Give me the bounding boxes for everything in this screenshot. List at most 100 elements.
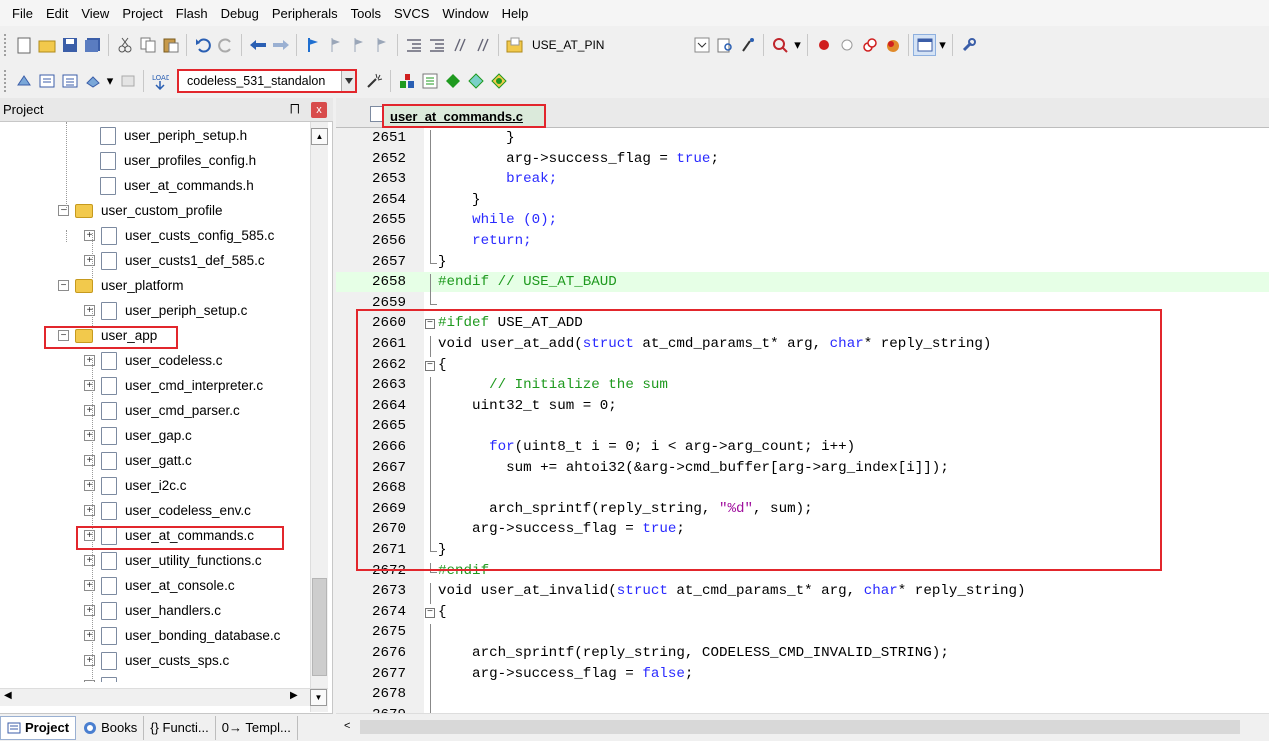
- collapse-toggle-icon[interactable]: −: [58, 280, 69, 291]
- save-all-icon[interactable]: [81, 34, 104, 56]
- pin-icon[interactable]: ⨅: [290, 102, 300, 117]
- scroll-up-icon[interactable]: ▲: [311, 128, 328, 145]
- bookmark-icon[interactable]: [301, 34, 324, 56]
- tree-item[interactable]: + user_codeless.c: [84, 348, 223, 373]
- fold-collapse-icon[interactable]: −: [425, 607, 435, 618]
- rebuild-icon[interactable]: [58, 70, 81, 92]
- code-line[interactable]: 2676 arch_sprintf(reply_string, CODELESS…: [336, 643, 1269, 666]
- scroll-thumb[interactable]: [312, 578, 327, 676]
- code-line[interactable]: 2651 }: [336, 128, 1269, 151]
- run-time-environment-icon[interactable]: [487, 70, 510, 92]
- tab-functions[interactable]: {} Functi...: [144, 715, 216, 740]
- next-bookmark-icon[interactable]: [347, 34, 370, 56]
- collapse-toggle-icon[interactable]: −: [58, 205, 69, 216]
- editor-horizontal-scrollbar[interactable]: <: [336, 713, 1269, 741]
- tree-item[interactable]: + user_bonding_database.c: [84, 623, 280, 648]
- close-icon[interactable]: x: [311, 102, 327, 118]
- expand-toggle-icon[interactable]: +: [84, 605, 95, 616]
- code-line[interactable]: 2673 void user_at_invalid(struct at_cmd_p…: [336, 581, 1269, 605]
- disable-all-breakpoints-icon[interactable]: [858, 34, 881, 56]
- menu-view[interactable]: View: [75, 6, 116, 21]
- tree-item[interactable]: user_profiles_config.h: [100, 148, 256, 173]
- indent-icon[interactable]: [402, 34, 425, 56]
- code-line[interactable]: 2679: [336, 705, 1269, 713]
- code-line[interactable]: 2678: [336, 684, 1269, 708]
- tree-item[interactable]: + user_custs_config_585.c: [84, 223, 274, 248]
- clear-bookmarks-icon[interactable]: [370, 34, 393, 56]
- menu-peripherals[interactable]: Peripherals: [266, 6, 345, 21]
- translate-icon[interactable]: [12, 70, 35, 92]
- find-dropdown-icon[interactable]: [690, 34, 713, 56]
- tree-item[interactable]: user_periph_setup.h: [100, 123, 247, 148]
- incremental-find-icon[interactable]: [713, 34, 736, 56]
- tree-item[interactable]: + user_cmd_parser.c: [84, 398, 240, 423]
- manage-components-icon[interactable]: [418, 70, 441, 92]
- scroll-down-icon[interactable]: ▼: [310, 689, 327, 706]
- fold-marker[interactable]: −: [424, 604, 438, 624]
- expand-toggle-icon[interactable]: +: [84, 455, 95, 466]
- target-select[interactable]: codeless_531_standalon: [177, 69, 357, 93]
- save-icon[interactable]: [58, 34, 81, 56]
- expand-toggle-icon[interactable]: +: [84, 555, 95, 566]
- pack-installer-icon[interactable]: [441, 70, 464, 92]
- toolbar-grip-2[interactable]: [4, 70, 8, 92]
- expand-toggle-icon[interactable]: +: [84, 630, 95, 641]
- tab-user-at-commands[interactable]: user_at_commands.c: [382, 104, 546, 128]
- new-file-icon[interactable]: [12, 34, 35, 56]
- select-packs-icon[interactable]: [464, 70, 487, 92]
- open-folder-icon[interactable]: [35, 34, 58, 56]
- prev-bookmark-icon[interactable]: [324, 34, 347, 56]
- configure-icon[interactable]: [957, 34, 980, 56]
- code-line[interactable]: 2653 break;: [336, 169, 1269, 193]
- tree-item[interactable]: + user_codeless_env.c: [84, 498, 251, 523]
- menu-project[interactable]: Project: [116, 6, 169, 21]
- build-icon[interactable]: [35, 70, 58, 92]
- copy-icon[interactable]: [136, 34, 159, 56]
- tree-item[interactable]: + user_gatt.c: [84, 448, 192, 473]
- stop-build-icon[interactable]: [116, 70, 139, 92]
- expand-toggle-icon[interactable]: +: [84, 655, 95, 666]
- tree-item[interactable]: − user_custom_profile: [58, 198, 223, 223]
- code-line[interactable]: 2656 return;: [336, 231, 1269, 254]
- debug-session-icon[interactable]: [768, 34, 791, 56]
- target-options-icon[interactable]: [363, 70, 386, 92]
- menu-tools[interactable]: Tools: [345, 6, 388, 21]
- kill-all-breakpoints-icon[interactable]: [881, 34, 904, 56]
- expand-toggle-icon[interactable]: +: [84, 580, 95, 591]
- debug-dropdown-icon[interactable]: ▾: [791, 34, 803, 56]
- tab-project[interactable]: Project: [0, 715, 77, 740]
- menu-svcs[interactable]: SVCS: [388, 6, 436, 21]
- toolbar-grip[interactable]: [4, 34, 8, 56]
- scroll-left-icon[interactable]: <: [344, 720, 350, 732]
- code-line[interactable]: 2658 #endif // USE_AT_BAUD: [336, 272, 1269, 296]
- menu-window[interactable]: Window: [436, 6, 495, 21]
- code-line[interactable]: 2674 −{: [336, 602, 1269, 622]
- expand-toggle-icon[interactable]: +: [84, 305, 95, 316]
- tree-item[interactable]: + user_cmd_interpreter.c: [84, 373, 263, 398]
- tree-item[interactable]: + user_i2c.c: [84, 473, 187, 498]
- window-layout-icon[interactable]: [913, 34, 937, 56]
- menu-edit[interactable]: Edit: [40, 6, 75, 21]
- window-layout-dropdown-icon[interactable]: ▾: [936, 34, 948, 56]
- tree-item[interactable]: + user_periph_setup.c: [84, 298, 247, 323]
- code-line[interactable]: 2675: [336, 622, 1269, 646]
- find-in-files-icon[interactable]: [503, 34, 526, 56]
- paste-icon[interactable]: [159, 34, 182, 56]
- code-line[interactable]: 2677 arg->success_flag = false;: [336, 664, 1269, 687]
- code-line[interactable]: 2652 arg->success_flag = true;: [336, 149, 1269, 172]
- undo-icon[interactable]: [191, 34, 214, 56]
- tree-horizontal-scrollbar[interactable]: ◀ ▶ ▼: [0, 688, 328, 706]
- tree-item[interactable]: + user_handlers.c: [84, 598, 221, 623]
- disable-breakpoint-icon[interactable]: [835, 34, 858, 56]
- tree-item[interactable]: + user_pwm.c: [84, 673, 198, 682]
- redo-icon[interactable]: [214, 34, 237, 56]
- expand-toggle-icon[interactable]: +: [84, 230, 95, 241]
- batch-build-dropdown-icon[interactable]: ▾: [104, 70, 116, 92]
- scroll-right-icon[interactable]: ▶: [290, 690, 298, 701]
- batch-build-icon[interactable]: [81, 70, 104, 92]
- tree-vertical-scrollbar[interactable]: ▲: [310, 122, 328, 712]
- breakpoint-icon[interactable]: [812, 34, 835, 56]
- nav-forward-icon[interactable]: [269, 34, 292, 56]
- tab-templates[interactable]: 0→ Templ...: [216, 715, 298, 740]
- tree-item[interactable]: + user_utility_functions.c: [84, 548, 262, 573]
